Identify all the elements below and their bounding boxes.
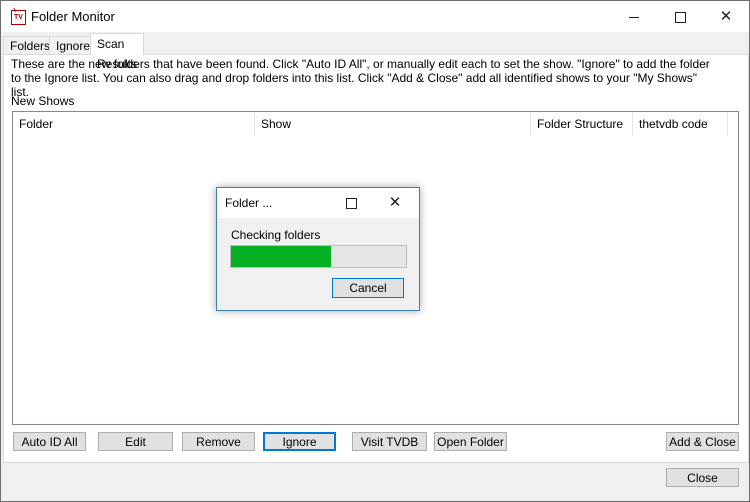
- progress-bar-fill: [231, 246, 331, 267]
- maximize-icon: [345, 197, 357, 209]
- progress-dialog: Folder ... ✕ Checking folders Cancel: [216, 187, 420, 311]
- column-header-thetvdb-code[interactable]: thetvdb code: [633, 112, 728, 136]
- dialog-title: Folder ...: [225, 196, 273, 210]
- window-title: Folder Monitor: [31, 9, 115, 24]
- edit-button[interactable]: Edit: [98, 432, 173, 451]
- close-button[interactable]: Close: [666, 468, 739, 487]
- visit-tvdb-button[interactable]: Visit TVDB: [352, 432, 427, 451]
- progress-bar: [230, 245, 407, 268]
- close-window-button[interactable]: ✕: [703, 1, 749, 32]
- column-header-folder-structure[interactable]: Folder Structure: [531, 112, 633, 136]
- maximize-icon: [674, 11, 686, 23]
- column-header-folder[interactable]: Folder: [13, 112, 255, 136]
- column-header-show[interactable]: Show: [255, 112, 531, 136]
- open-folder-button[interactable]: Open Folder: [434, 432, 507, 451]
- new-shows-label: New Shows: [11, 94, 75, 108]
- minimize-button[interactable]: [611, 1, 657, 32]
- tab-scan-results[interactable]: Scan Results: [90, 33, 145, 71]
- minimize-icon: [629, 16, 639, 18]
- ignore-button[interactable]: Ignore: [263, 432, 336, 451]
- dialog-status-text: Checking folders: [231, 228, 321, 242]
- maximize-button[interactable]: [657, 1, 703, 32]
- dialog-title-bar[interactable]: Folder ... ✕: [217, 188, 419, 218]
- close-icon: ✕: [388, 194, 402, 211]
- title-bar[interactable]: TV Folder Monitor ✕: [1, 1, 749, 32]
- cancel-button[interactable]: Cancel: [332, 278, 404, 298]
- dialog-maximize-button[interactable]: [329, 188, 373, 218]
- tv-icon: TV: [11, 10, 26, 25]
- dialog-close-button[interactable]: ✕: [373, 188, 417, 218]
- auto-id-all-button[interactable]: Auto ID All: [13, 432, 86, 451]
- remove-button[interactable]: Remove: [182, 432, 255, 451]
- instructions-line-2: to the Ignore list. You can also drag an…: [11, 71, 698, 99]
- close-icon: ✕: [719, 8, 733, 25]
- add-close-button[interactable]: Add & Close: [666, 432, 739, 451]
- folder-monitor-window: TV Folder Monitor ✕ Folders Ignore Scan …: [0, 0, 750, 502]
